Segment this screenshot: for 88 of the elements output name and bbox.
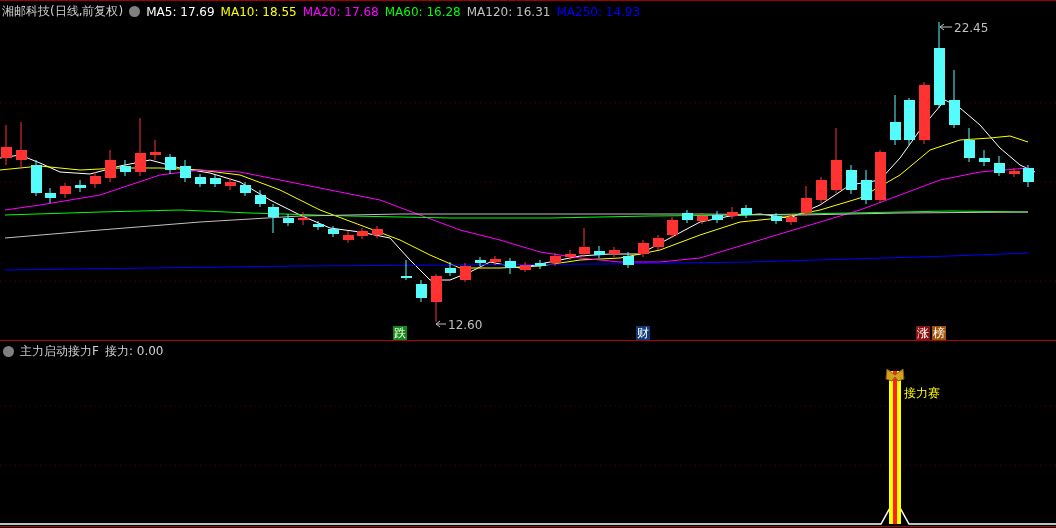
- candlestick: [816, 176, 827, 204]
- candlestick: [712, 210, 723, 224]
- moving-average-reading: MA20: 17.68: [302, 4, 379, 19]
- candlestick: [328, 225, 339, 238]
- candlestick: [490, 255, 501, 266]
- candlestick: [535, 259, 546, 270]
- candlestick: [105, 149, 116, 183]
- moving-average-reading: MA250: 14.93: [556, 4, 641, 19]
- candlestick: [431, 273, 442, 323]
- candlestick: [31, 159, 42, 197]
- candlestick: [475, 256, 486, 267]
- collapse-icon[interactable]: [3, 345, 14, 357]
- candlestick: [682, 209, 693, 224]
- high-price-label: 22.45: [954, 22, 989, 35]
- candlestick: [445, 261, 456, 277]
- signal-marker: 榜: [932, 326, 946, 340]
- candlestick: [861, 169, 872, 205]
- moving-average-reading: MA5: 17.69: [146, 4, 215, 19]
- signal-label: 接力赛: [904, 386, 940, 400]
- candlestick: [550, 252, 561, 267]
- candlestick: [638, 239, 649, 258]
- candlestick: [579, 227, 590, 258]
- signal-marker: 财: [636, 326, 650, 340]
- candlestick: [1, 124, 12, 166]
- candlestick: [1009, 167, 1020, 178]
- candlestick: [623, 251, 634, 269]
- candlestick: [964, 127, 975, 163]
- signal-marker: 跌: [393, 326, 407, 340]
- candlestick: [298, 211, 309, 226]
- candlestick: [165, 153, 176, 175]
- candlestick: [313, 220, 324, 231]
- candlestick: [195, 173, 206, 188]
- candlestick: [343, 230, 354, 244]
- candlestick: [875, 149, 886, 204]
- candlestick: [460, 262, 471, 283]
- candlestick: [505, 257, 516, 275]
- candlestick: [210, 174, 221, 188]
- candlestick: [697, 212, 708, 225]
- stock-title: 湘邮科技(日线,前复权): [2, 3, 124, 20]
- signal-marker: 涨: [916, 326, 930, 340]
- arrow-icon: [435, 320, 447, 328]
- candlestick: [994, 155, 1005, 177]
- candlestick: [727, 206, 738, 220]
- candlestick: [60, 182, 71, 199]
- candlestick: [786, 213, 797, 226]
- candlestick: [90, 171, 101, 189]
- candlestick: [283, 213, 294, 227]
- candlestick: [520, 261, 531, 273]
- candlestick: [801, 185, 812, 217]
- candlestick: [240, 181, 251, 197]
- candlestick: [949, 69, 960, 129]
- indicator-name: 主力启动接力F: [20, 342, 99, 360]
- candlestick: [771, 212, 782, 225]
- candlestick: [594, 245, 605, 259]
- butterfly-icon: [885, 368, 905, 382]
- candlestick: [831, 127, 842, 194]
- candlestick: [225, 177, 236, 191]
- candlestick: [401, 259, 412, 281]
- candlestick: [609, 246, 620, 258]
- low-price-label: 12.60: [448, 318, 483, 332]
- candlestick: [180, 159, 191, 183]
- candlestick: [75, 179, 86, 193]
- moving-average-reading: MA60: 16.28: [384, 4, 461, 19]
- candlestick: [16, 121, 27, 169]
- candlestick: [1023, 164, 1034, 188]
- candlestick: [667, 216, 678, 239]
- candlestick: [565, 249, 576, 261]
- candlestick: [890, 94, 901, 146]
- candlestick: [741, 204, 752, 219]
- candlestick: [135, 117, 146, 177]
- candlestick: [255, 189, 266, 208]
- candlestick: [268, 203, 279, 234]
- candlestick: [416, 279, 427, 303]
- candlestick: [372, 225, 383, 239]
- arrow-icon: [939, 23, 953, 31]
- indicator-reading: 接力: 0.00: [104, 342, 164, 360]
- candlestick: [979, 149, 990, 167]
- moving-average-reading: MA120: 16.31: [466, 4, 551, 19]
- candlestick: [919, 81, 930, 145]
- candlestick: [904, 97, 915, 146]
- candlestick: [45, 187, 56, 204]
- moving-average-reading: MA10: 18.55: [220, 4, 297, 19]
- collapse-icon[interactable]: [129, 6, 141, 17]
- candlestick: [846, 164, 857, 195]
- candlestick: [150, 139, 161, 161]
- candlestick: [357, 227, 368, 240]
- candlestick: [120, 159, 131, 177]
- candlestick: [653, 234, 664, 251]
